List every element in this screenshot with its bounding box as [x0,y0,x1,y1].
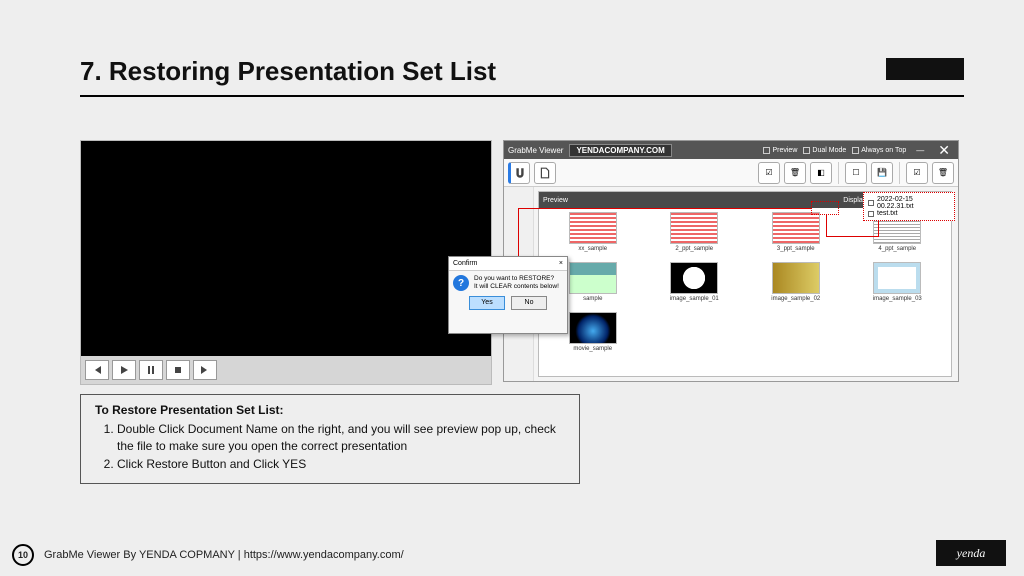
grabme-viewer-window: GrabMe Viewer YENDACOMPANY.COM Preview D… [503,140,959,382]
thumbnail[interactable]: xx_sample [545,212,641,258]
eraser-icon[interactable]: ◧ [810,162,832,184]
window-icon[interactable]: ☐ [845,162,867,184]
thumbnail[interactable]: 2_ppt_sample [647,212,743,258]
instruction-step: Double Click Document Name on the right,… [117,421,565,456]
option-always-on-top[interactable]: Always on Top [852,147,906,154]
title-accent-bar [886,58,964,80]
window-titlebar: GrabMe Viewer YENDACOMPANY.COM Preview D… [504,141,958,159]
file-row[interactable]: test.txt [868,210,950,217]
confirm-no-button[interactable]: No [511,296,547,310]
skip-back-button[interactable] [85,360,109,380]
preview-label: Preview [543,197,568,204]
instruction-step: Click Restore Button and Click YES [117,456,565,473]
thumbnail[interactable]: image_sample_01 [647,262,743,308]
skip-forward-button[interactable] [193,360,217,380]
window-brand: YENDACOMPANY.COM [569,144,671,157]
stop-button[interactable] [166,360,190,380]
close-button[interactable]: ✕ [934,142,954,159]
confirm-titlebar: Confirm × [449,257,567,271]
check2-icon[interactable]: ☑ [906,162,928,184]
thumbnail-grid: xx_sample 2_ppt_sample 3_ppt_sample 4_pp… [539,208,951,376]
pause-button[interactable] [139,360,163,380]
thumbnail[interactable]: image_sample_03 [850,262,946,308]
footer-text: GrabMe Viewer By YENDA COPMANY | https:/… [44,549,404,561]
media-player [80,140,492,385]
file-list-popout: 2022-02-15 00.22.31.txt test.txt [863,192,955,221]
check-icon[interactable]: ☑ [758,162,780,184]
instructions-heading: To Restore Presentation Set List: [95,403,565,417]
thumbnail[interactable]: 3_ppt_sample [748,212,844,258]
save-icon[interactable]: 💾 [871,162,893,184]
question-icon: ? [453,275,469,291]
option-preview[interactable]: Preview [763,147,797,154]
window-title: GrabMe Viewer [508,146,563,155]
thumbnail[interactable]: image_sample_02 [748,262,844,308]
player-controls [81,356,491,384]
confirm-message: Do you want to RESTORE? It will CLEAR co… [474,275,559,292]
page-title-row: 7. Restoring Presentation Set List [80,56,964,97]
confirm-close-icon[interactable]: × [559,260,563,267]
file-row[interactable]: 2022-02-15 00.22.31.txt [868,196,950,210]
confirm-dialog: Confirm × ? Do you want to RESTORE? It w… [448,256,568,334]
magnet-icon[interactable] [508,162,530,184]
minimize-button[interactable]: — [912,146,928,155]
toolbar: ☑ 🗑 ◧ ☐ 💾 ☑ 🗑 [504,159,958,187]
document-icon[interactable] [534,162,556,184]
option-dual-mode[interactable]: Dual Mode [803,147,846,154]
player-screen [81,141,491,356]
instructions-list: Double Click Document Name on the right,… [95,421,565,473]
confirm-yes-button[interactable]: Yes [469,296,505,310]
play-button[interactable] [112,360,136,380]
page-number: 10 [12,544,34,566]
trash2-icon[interactable]: 🗑 [932,162,954,184]
instructions-box: To Restore Presentation Set List: Double… [80,394,580,484]
brand-badge: yenda [936,540,1006,566]
page-title: 7. Restoring Presentation Set List [80,56,964,87]
footer: 10 GrabMe Viewer By YENDA COPMANY | http… [12,544,404,566]
trash-icon[interactable]: 🗑 [784,162,806,184]
